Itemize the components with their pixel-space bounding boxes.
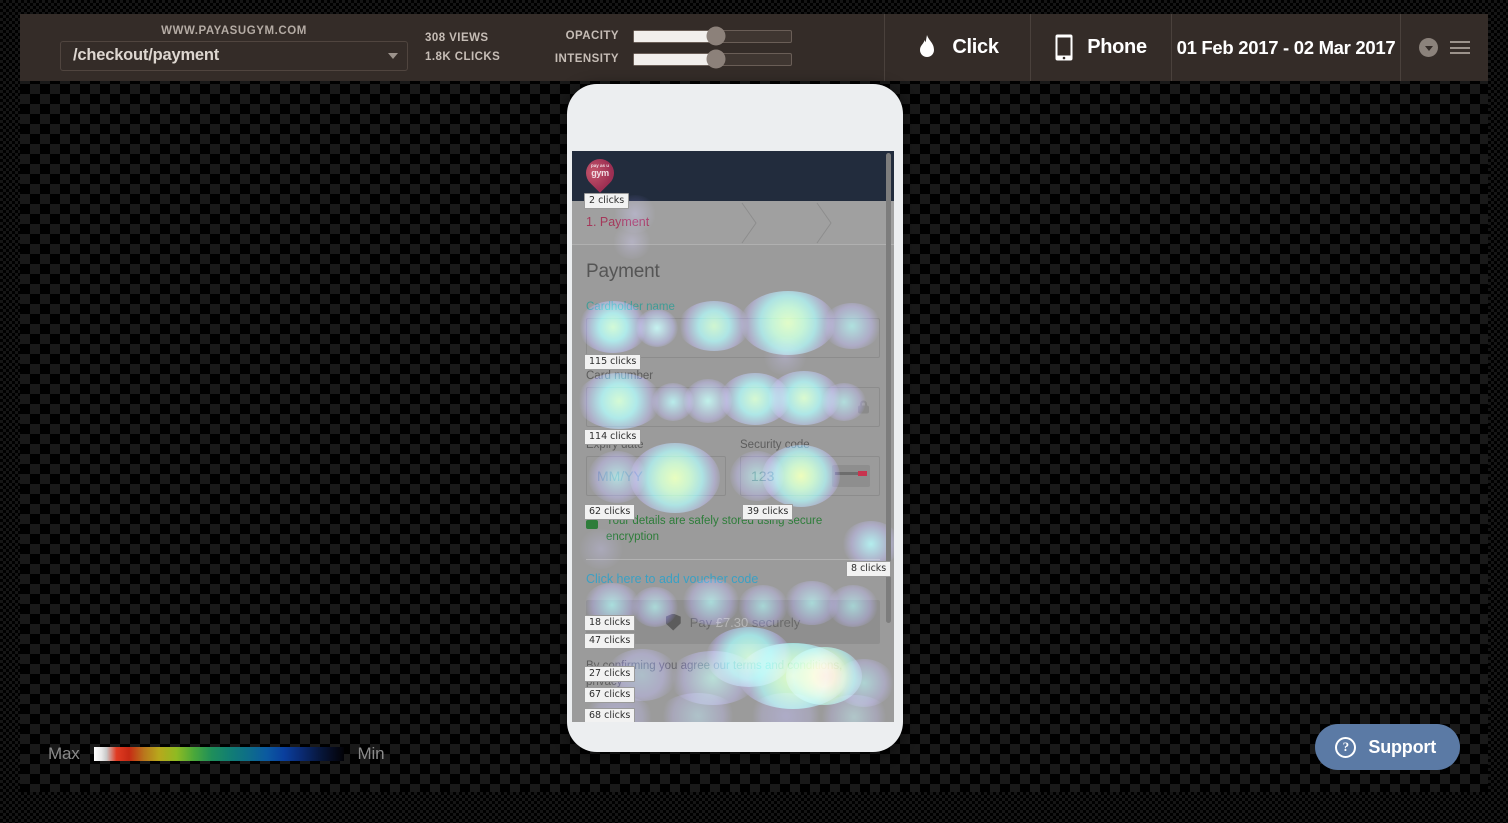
- site-domain-label: WWW.PAYASUGYM.COM: [161, 24, 307, 37]
- click-badge: 39 clicks: [742, 504, 794, 520]
- heatmap-legend: Max Min: [48, 744, 385, 764]
- opacity-label: OPACITY: [565, 30, 619, 42]
- form-title: Payment: [586, 261, 660, 282]
- device-selector[interactable]: Phone: [1031, 14, 1171, 81]
- card-back-icon: [832, 465, 870, 487]
- opacity-slider-row: OPACITY: [531, 26, 792, 46]
- expiry-date-placeholder: MM/YY: [597, 468, 643, 484]
- click-badge: 27 clicks: [584, 666, 636, 682]
- screenshot-root: WWW.PAYASUGYM.COM /checkout/payment 308 …: [0, 0, 1508, 823]
- security-group: Security code 123: [740, 439, 880, 508]
- metric-label: Click: [952, 36, 999, 58]
- flame-icon: [920, 34, 935, 57]
- circle-chevron-down-icon[interactable]: [1419, 38, 1438, 57]
- click-badge: 115 clicks: [584, 354, 642, 370]
- cardholder-name-input[interactable]: [586, 318, 880, 358]
- click-badge: 2 clicks: [584, 193, 630, 209]
- secure-note-text: Your details are safely stored using sec…: [606, 515, 823, 543]
- pay-amount: £7.30: [715, 614, 749, 630]
- phone-scrollbar[interactable]: [886, 153, 891, 623]
- shield-icon: [665, 613, 681, 631]
- support-button[interactable]: ? Support: [1315, 724, 1460, 770]
- card-number-input[interactable]: [586, 387, 880, 427]
- expiry-group: Expiry date MM/YY: [586, 439, 726, 508]
- pay-suffix: securely: [748, 614, 801, 630]
- click-badge: 67 clicks: [584, 687, 636, 703]
- date-range-label: 01 Feb 2017 - 02 Mar 2017: [1176, 36, 1396, 58]
- views-stat: 308 VIEWS: [425, 32, 489, 44]
- legend-gradient-bar: [93, 747, 344, 761]
- security-code-input[interactable]: 123: [740, 456, 880, 496]
- card-number-label: Card number: [586, 370, 654, 382]
- intensity-slider[interactable]: [633, 49, 792, 69]
- divider-1: [586, 559, 880, 561]
- legend-max-label: Max: [48, 744, 80, 763]
- clicks-stat: 1.8K CLICKS: [425, 51, 501, 63]
- url-block: WWW.PAYASUGYM.COM /checkout/payment: [20, 14, 420, 81]
- page-url-dropdown[interactable]: /checkout/payment: [60, 40, 408, 71]
- hamburger-menu-icon[interactable]: [1450, 38, 1470, 58]
- pay-prefix: Pay: [689, 614, 716, 630]
- opacity-slider-thumb[interactable]: [706, 26, 726, 46]
- click-badge: 62 clicks: [584, 504, 636, 520]
- step-chevron-icon-2: [815, 201, 835, 245]
- menu-block: [1401, 14, 1488, 81]
- security-code-placeholder: 123: [751, 468, 775, 484]
- phone-screen: pay as u gym 1. Payment Payment Cardhold…: [572, 151, 894, 722]
- step-chevron-icon-1: [740, 201, 760, 245]
- opacity-slider-fill: [634, 30, 716, 42]
- stats-block: 308 VIEWS 1.8K CLICKS: [425, 14, 525, 81]
- step-payment-label: 1. Payment: [586, 215, 650, 229]
- opacity-slider[interactable]: [633, 26, 792, 46]
- click-badge: 18 clicks: [584, 615, 636, 631]
- payasugym-logo: pay as u gym: [580, 153, 620, 195]
- intensity-slider-thumb[interactable]: [706, 49, 726, 69]
- metric-selector[interactable]: Click: [885, 14, 1030, 81]
- click-badge: 47 clicks: [584, 633, 636, 649]
- click-badge: 8 clicks: [846, 561, 892, 577]
- cardholder-name-label: Cardholder name: [586, 301, 675, 313]
- click-badge: 68 clicks: [584, 708, 636, 722]
- support-label: Support: [1368, 736, 1436, 757]
- question-circle-icon: ?: [1335, 736, 1357, 758]
- click-badge: 114 clicks: [584, 429, 642, 445]
- voucher-code-link[interactable]: Click here to add voucher code: [586, 572, 880, 586]
- expiry-date-input[interactable]: MM/YY: [586, 456, 726, 496]
- intensity-slider-fill: [634, 53, 716, 65]
- date-range-selector[interactable]: 01 Feb 2017 - 02 Mar 2017: [1172, 14, 1400, 81]
- chevron-down-icon: [388, 52, 398, 59]
- app-viewport: WWW.PAYASUGYM.COM /checkout/payment 308 …: [20, 14, 1488, 792]
- phone-icon: [1055, 34, 1073, 61]
- sliders-block: OPACITY INTENSITY: [531, 14, 792, 81]
- lock-icon: [858, 400, 869, 414]
- security-code-label: Security code: [740, 439, 810, 451]
- top-toolbar: WWW.PAYASUGYM.COM /checkout/payment 308 …: [20, 14, 1488, 81]
- expiry-security-row: Expiry date MM/YY Security code 123: [586, 439, 880, 508]
- device-label: Phone: [1087, 36, 1147, 58]
- page-url-value: /checkout/payment: [73, 46, 220, 64]
- phone-mockup: pay as u gym 1. Payment Payment Cardhold…: [567, 84, 903, 752]
- intensity-slider-row: INTENSITY: [531, 49, 792, 69]
- intensity-label: INTENSITY: [554, 53, 619, 65]
- legend-min-label: Min: [357, 744, 385, 763]
- pay-button-label: Pay £7.30 securely: [690, 615, 801, 630]
